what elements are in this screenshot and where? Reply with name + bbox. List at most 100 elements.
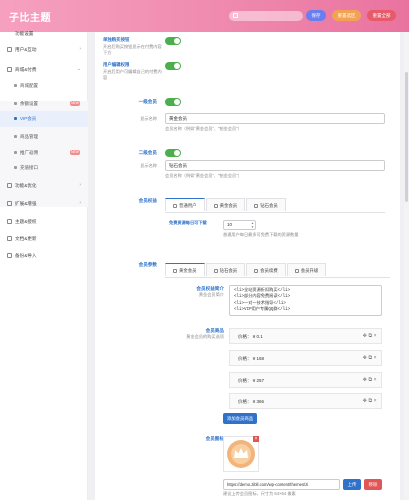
diamond-icon	[213, 268, 218, 273]
crown-icon	[227, 440, 255, 468]
brand-title: 子比主题	[9, 13, 51, 24]
sidebar-sub-shop-config[interactable]: 商城配置	[0, 78, 88, 94]
vip1-section-label: 一级会员	[138, 99, 157, 104]
add-product-button[interactable]: 添加会员商品	[223, 413, 257, 424]
benefit-desc-textarea[interactable]: <li>全站资源折扣购买</li> <li>部分内容免费阅读</li> <li>一对…	[229, 285, 382, 316]
remove-icon[interactable]: ×	[253, 436, 259, 442]
tab-renew[interactable]: 会员续费	[246, 263, 286, 276]
chevron-right-icon: ›	[79, 46, 81, 52]
pricing-tabs: 普通用户 黄金会员 钻石会员	[165, 198, 287, 212]
tab-upgrade[interactable]: 会员升级	[286, 263, 327, 276]
refresh-icon	[254, 268, 259, 273]
key-icon	[7, 219, 12, 224]
row-actions: ✥⧉×	[363, 333, 378, 339]
chevron-right-icon: ›	[79, 182, 81, 188]
edit-permission-toggle[interactable]	[165, 62, 181, 70]
sidebar-sub-payment[interactable]: 充值接口	[0, 160, 88, 176]
option-buy-button-label: 单独购买按钮	[103, 37, 130, 42]
member-icon-label: 会员图标	[205, 436, 224, 441]
wallet-icon	[14, 102, 17, 105]
share-icon	[14, 151, 17, 154]
scrollbar[interactable]	[404, 32, 409, 500]
tab-gold[interactable]: 黄金会员	[165, 263, 205, 276]
icon-url-input[interactable]: https://demo.zibll.com/wp-content/themes…	[223, 479, 340, 490]
chevron-right-icon: ›	[79, 200, 81, 206]
sidebar-item-shop[interactable]: 商城&付费 ⌄	[0, 62, 88, 78]
sidebar-item-docs[interactable]: 文档&更新	[0, 231, 88, 247]
reset-all-button[interactable]: 重置全部	[367, 10, 396, 21]
option-buy-button-desc: 开启后购买按钮显示在付费内容下方	[103, 44, 162, 55]
close-icon[interactable]: ×	[374, 398, 378, 404]
vip2-name-input[interactable]: 钻石会员	[165, 160, 385, 171]
search-icon	[233, 13, 238, 18]
sidebar-sub-referral[interactable]: 推广返佣 NEW	[0, 145, 88, 161]
sidebar-sub-balance[interactable]: 余额设置 NEW	[0, 96, 88, 112]
product-sub: 黄金会员的购买选项	[186, 334, 224, 339]
product-row[interactable]: 价格： ¥ 0.1 ✥⧉×	[229, 328, 382, 344]
free-download-hint: 普通用户每日最多可免费下载的资源数量	[223, 232, 299, 237]
sidebar-item-backup[interactable]: 备份&导入	[0, 248, 88, 264]
config-icon	[14, 84, 17, 87]
backup-icon	[7, 253, 12, 258]
sidebar-sub-vip[interactable]: VIP会员	[0, 111, 88, 127]
product-row[interactable]: 价格： ¥ 168 ✥⧉×	[229, 350, 382, 366]
save-button[interactable]: 保存	[306, 10, 326, 21]
close-icon[interactable]: ×	[374, 355, 378, 361]
row-actions: ✥⧉×	[363, 398, 378, 404]
pricing-section-label: 会员权益	[138, 198, 157, 203]
new-badge: NEW	[70, 101, 80, 106]
sidebar-item-features[interactable]: 功能&优化 ›	[0, 178, 88, 194]
params-section-label: 会员参数	[138, 262, 157, 267]
tab-diamond-member[interactable]: 钻石会员	[246, 198, 286, 211]
stepper-icon[interactable]: ▲ ▼	[251, 221, 254, 229]
vip1-name-input[interactable]: 黄金会员	[165, 113, 385, 124]
vip2-hint: 会员名称（例如“黄金会员”、“铂金会员”）	[165, 173, 242, 178]
sidebar-item-user[interactable]: 用户&互动 ›	[0, 42, 88, 58]
row-actions: ✥⧉×	[363, 355, 378, 361]
vip1-toggle[interactable]	[165, 98, 181, 106]
tab-gold-member[interactable]: 黄金会员	[205, 198, 246, 211]
new-badge: NEW	[70, 150, 80, 155]
diamond-icon	[213, 203, 218, 208]
option-edit-permission-desc: 开启后用户可编辑自己的付费内容	[103, 69, 162, 80]
free-download-input[interactable]: 10 ▲ ▼	[223, 220, 256, 230]
settings-icon	[7, 183, 12, 188]
upgrade-icon	[294, 268, 299, 273]
pricing-tabs-divider	[165, 212, 385, 213]
diamond-icon	[14, 117, 17, 120]
user-icon	[173, 203, 177, 208]
remove-button[interactable]: 移除	[364, 479, 382, 490]
buy-button-toggle[interactable]	[165, 37, 181, 45]
product-row[interactable]: 价格： ¥ 366 ✥⧉×	[229, 393, 382, 409]
vip2-section-label: 二级会员	[138, 150, 157, 155]
reset-section-button[interactable]: 重置选区	[332, 10, 361, 21]
chevron-down-icon: ⌄	[76, 66, 81, 72]
product-icon	[14, 135, 17, 138]
document-icon	[7, 236, 12, 241]
diamond-icon	[173, 268, 177, 273]
benefit-desc-sub: 黄金会员简介	[198, 292, 224, 297]
user-icon	[7, 47, 12, 52]
puzzle-icon	[7, 201, 12, 206]
product-row[interactable]: 价格： ¥ 257 ✥⧉×	[229, 372, 382, 388]
search-input[interactable]	[229, 11, 303, 21]
upload-button[interactable]: 上传	[343, 479, 361, 490]
sidebar-sub-products[interactable]: 商品管理	[0, 129, 88, 145]
row-actions: ✥⧉×	[363, 377, 378, 383]
free-download-label: 免费资源每日可下载	[169, 220, 207, 225]
tab-diamond[interactable]: 钻石会员	[205, 263, 246, 276]
close-icon[interactable]: ×	[374, 377, 378, 383]
shop-icon	[7, 67, 12, 72]
vip2-toggle[interactable]	[165, 149, 181, 157]
sidebar-item-extend[interactable]: 扩展&增强 ›	[0, 196, 88, 212]
member-icon-preview: ×	[223, 436, 259, 472]
sidebar-item-license[interactable]: 主题&授权	[0, 214, 88, 230]
tab-normal-user[interactable]: 普通用户	[165, 198, 205, 211]
scrollbar-thumb[interactable]	[405, 72, 408, 202]
close-icon[interactable]: ×	[374, 333, 378, 339]
sidebar: 功能设置 用户&互动 › 商城&付费 ⌄ 商城配置 余额设置 NEW VIP会员…	[0, 31, 88, 500]
sidebar-item-top[interactable]: 功能设置	[0, 26, 88, 42]
main-content: 单独购买按钮 开启后购买按钮显示在付费内容下方 用户编辑权限 开启后用户可编辑自…	[95, 32, 400, 500]
diamond-icon	[254, 203, 259, 208]
vip1-name-label: 显示名称	[140, 116, 157, 121]
